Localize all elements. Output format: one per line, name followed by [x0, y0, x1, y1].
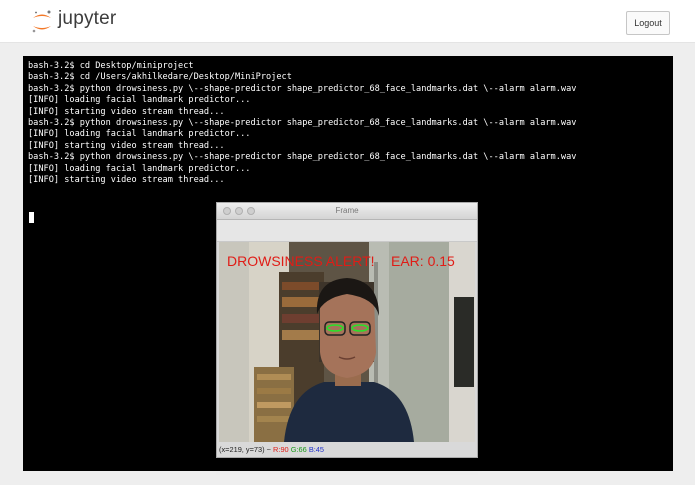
terminal-line: bash-3.2$ python drowsiness.py \--shape-… [28, 118, 577, 129]
pixel-readout: (x=219, y=73) ~ R:90 G:66 B:45 [219, 443, 475, 456]
terminal-cursor [29, 212, 34, 223]
terminal-line: [INFO] starting video stream thread... [28, 106, 225, 117]
terminal-line: [INFO] starting video stream thread... [28, 140, 225, 151]
terminal-line: bash-3.2$ cd Desktop/miniproject [28, 61, 194, 71]
terminal-line: bash-3.2$ python drowsiness.py \--shape-… [28, 152, 577, 163]
webcam-image [219, 242, 475, 442]
terminal-line: bash-3.2$ python drowsiness.py \--shape-… [28, 83, 577, 94]
terminal-output: bash-3.2$ cd Desktop/miniproject bash-3.2… [28, 61, 576, 186]
terminal-line: [INFO] starting video stream thread... [28, 175, 225, 186]
jupyter-header: jupyter Logout [0, 0, 695, 43]
frame-title: Frame [335, 206, 359, 215]
video-feed: DROWSINESS ALERT! EAR: 0.15 [219, 242, 475, 442]
logout-button[interactable]: Logout [626, 11, 670, 35]
frame-toolbar [217, 220, 477, 242]
green-channel-value: G:66 [290, 445, 307, 454]
jupyter-logo-icon[interactable] [30, 9, 54, 35]
drowsiness-alert-label: DROWSINESS ALERT! [227, 253, 375, 269]
frame-window[interactable]: Frame DROWSINESS ALERT! EAR: 0.15 (x=219… [216, 202, 478, 458]
cursor-coordinates: (x=219, y=73) ~ [219, 445, 271, 454]
frame-titlebar[interactable]: Frame [217, 203, 477, 220]
terminal-line: [INFO] loading facial landmark predictor… [28, 163, 251, 174]
blue-channel-value: B:45 [308, 445, 325, 454]
ear-value-label: EAR: 0.15 [391, 253, 455, 269]
terminal-line: [INFO] loading facial landmark predictor… [28, 129, 251, 140]
jupyter-logo-text[interactable]: jupyter [58, 8, 116, 30]
terminal-line: [INFO] loading facial landmark predictor… [28, 95, 251, 106]
terminal-line: bash-3.2$ cd /Users/akhilkedare/Desktop/… [28, 72, 292, 83]
red-channel-value: R:90 [273, 445, 289, 454]
